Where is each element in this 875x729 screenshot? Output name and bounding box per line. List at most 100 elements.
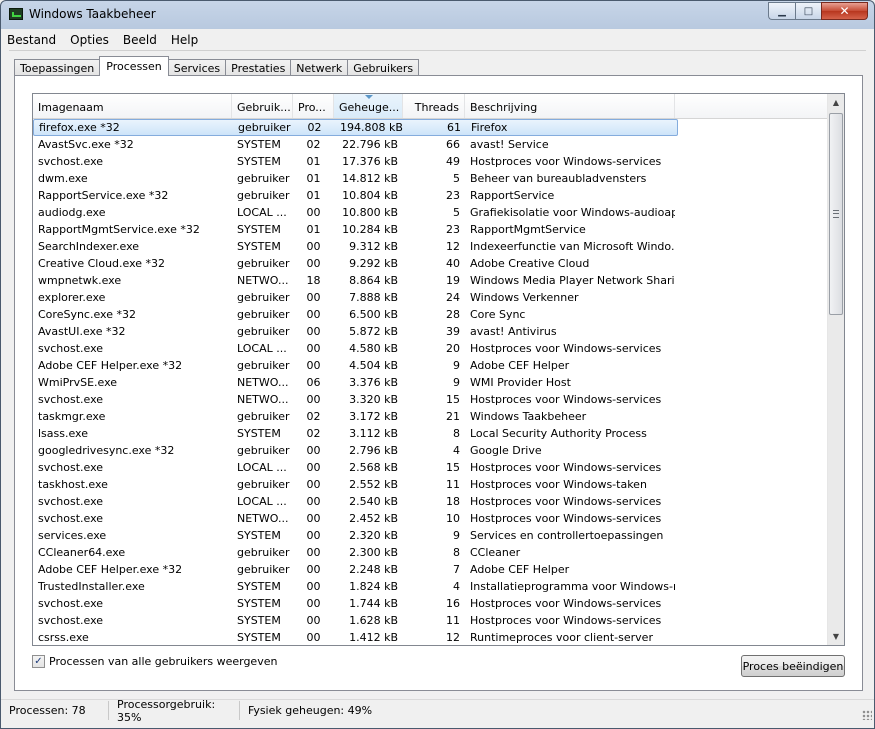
column-header-description[interactable]: Beschrijving bbox=[465, 94, 675, 118]
tab-gebruikers[interactable]: Gebruikers bbox=[347, 59, 420, 76]
table-row[interactable]: taskhost.exe gebruiker 00 2.552 kB 11 Hostpro… bbox=[33, 476, 828, 493]
maximize-button[interactable]: □ bbox=[795, 2, 821, 20]
table-row[interactable]: services.exe SYSTEM 00 2.320 kB 9 Services en… bbox=[33, 527, 828, 544]
cell-desc: Hostproces voor Windows-services bbox=[470, 155, 662, 168]
cell-user: SYSTEM bbox=[237, 240, 281, 253]
table-row[interactable]: AvastUI.exe *32 gebruiker 00 5.872 kB 39 avas… bbox=[33, 323, 828, 340]
table-row[interactable]: wmpnetwk.exe NETWO... 18 8.864 kB 19 Windows … bbox=[33, 272, 828, 289]
minimize-button[interactable]: ▁ bbox=[768, 2, 795, 20]
end-process-button[interactable]: Proces beëindigen bbox=[741, 655, 845, 677]
vertical-scrollbar[interactable]: ▲ ▼ bbox=[827, 94, 844, 645]
table-row[interactable]: svchost.exe SYSTEM 01 17.376 kB 49 Hostproces… bbox=[33, 153, 828, 170]
column-header-threads[interactable]: Threads bbox=[403, 94, 465, 118]
table-row[interactable]: svchost.exe SYSTEM 00 1.628 kB 11 Hostproces … bbox=[33, 612, 828, 629]
cell-desc: CCleaner bbox=[470, 546, 521, 559]
cell-desc: Adobe Creative Cloud bbox=[470, 257, 590, 270]
table-row[interactable]: lsass.exe SYSTEM 02 3.112 kB 8 Local Security… bbox=[33, 425, 828, 442]
cell-cpu: 00 bbox=[306, 206, 321, 219]
cell-user: NETWO... bbox=[237, 376, 289, 389]
cell-name: svchost.exe bbox=[38, 495, 104, 508]
tab-prestaties[interactable]: Prestaties bbox=[225, 59, 292, 76]
cell-name: services.exe bbox=[38, 529, 107, 542]
close-button[interactable]: ✕ bbox=[821, 2, 868, 20]
cell-user: gebruiker bbox=[237, 563, 290, 576]
cell-cpu: 18 bbox=[306, 274, 321, 287]
table-row[interactable]: RapportMgmtService.exe *32 SYSTEM 01 10.284… bbox=[33, 221, 828, 238]
tab-services[interactable]: Services bbox=[167, 59, 227, 76]
cell-cpu: 01 bbox=[306, 189, 321, 202]
cell-user: SYSTEM bbox=[237, 597, 281, 610]
table-row[interactable]: WmiPrvSE.exe NETWO... 06 3.376 kB 9 WMI Provi… bbox=[33, 374, 828, 391]
table-row[interactable]: explorer.exe gebruiker 00 7.888 kB 24 Windows… bbox=[33, 289, 828, 306]
cell-desc: Local Security Authority Process bbox=[470, 427, 647, 440]
table-row[interactable]: CoreSync.exe *32 gebruiker 00 6.500 kB 28 Cor… bbox=[33, 306, 828, 323]
scroll-down-button[interactable]: ▼ bbox=[828, 628, 844, 645]
cell-mem: 2.300 kB bbox=[349, 546, 398, 559]
cell-threads: 11 bbox=[446, 478, 460, 491]
cell-name: firefox.exe *32 bbox=[39, 121, 120, 134]
menu-beeld[interactable]: Beeld bbox=[117, 33, 165, 47]
show-all-users-checkbox[interactable]: ✓ bbox=[32, 655, 45, 668]
cell-threads: 9 bbox=[453, 376, 460, 389]
title-bar[interactable]: Windows Taakbeheer ▁ □ ✕ bbox=[1, 1, 874, 29]
table-row[interactable]: CCleaner64.exe gebruiker 00 2.300 kB 8 CClean… bbox=[33, 544, 828, 561]
table-row[interactable]: firefox.exe *32 gebruiker 02 194.808 kB 61 Fi… bbox=[33, 119, 678, 136]
cell-desc: RapportService bbox=[470, 189, 555, 202]
tab-toepassingen[interactable]: Toepassingen bbox=[14, 59, 101, 76]
column-header-memory[interactable]: Geheuge... bbox=[334, 94, 403, 118]
table-row[interactable]: svchost.exe SYSTEM 00 1.744 kB 16 Hostproces … bbox=[33, 595, 828, 612]
table-row[interactable]: googledrivesync.exe *32 gebruiker 00 2.796 … bbox=[33, 442, 828, 459]
process-list[interactable]: Imagenaam Gebruik... Pro... Geheuge... T… bbox=[32, 93, 845, 646]
cell-desc: Grafiekisolatie voor Windows-audioap... bbox=[470, 206, 675, 219]
cell-cpu: 00 bbox=[306, 461, 321, 474]
cell-threads: 23 bbox=[446, 223, 460, 236]
cell-mem: 3.172 kB bbox=[349, 410, 398, 423]
table-row[interactable]: svchost.exe NETWO... 00 3.320 kB 15 Hostproce… bbox=[33, 391, 828, 408]
table-row[interactable]: taskmgr.exe gebruiker 02 3.172 kB 21 Windows … bbox=[33, 408, 828, 425]
show-all-users-label[interactable]: Processen van alle gebruikers weergeven bbox=[49, 655, 277, 668]
cell-mem: 3.376 kB bbox=[349, 376, 398, 389]
table-row[interactable]: TrustedInstaller.exe SYSTEM 00 1.824 kB 4 Ins… bbox=[33, 578, 828, 595]
cell-name: lsass.exe bbox=[38, 427, 88, 440]
cell-mem: 9.292 kB bbox=[349, 257, 398, 270]
resize-grip-icon[interactable] bbox=[862, 710, 872, 720]
cell-name: svchost.exe bbox=[38, 597, 104, 610]
cell-desc: Runtimeproces voor client-server bbox=[470, 631, 653, 644]
cell-cpu: 00 bbox=[306, 393, 321, 406]
cell-desc: Hostproces voor Windows-services bbox=[470, 614, 662, 627]
column-header-user[interactable]: Gebruik... bbox=[232, 94, 293, 118]
show-all-users-option[interactable]: ✓ Processen van alle gebruikers weergeve… bbox=[32, 655, 277, 668]
maximize-icon: □ bbox=[803, 5, 814, 17]
table-row[interactable]: RapportService.exe *32 gebruiker 01 10.804 … bbox=[33, 187, 828, 204]
table-row[interactable]: AvastSvc.exe *32 SYSTEM 02 22.796 kB 66 avast… bbox=[33, 136, 828, 153]
cell-threads: 15 bbox=[446, 393, 460, 406]
cell-desc: Windows Taakbeheer bbox=[470, 410, 587, 423]
scroll-thumb[interactable] bbox=[829, 113, 843, 315]
table-row[interactable]: svchost.exe LOCAL ... 00 4.580 kB 20 Hostproc… bbox=[33, 340, 828, 357]
scroll-up-button[interactable]: ▲ bbox=[828, 94, 844, 111]
checkmark-icon: ✓ bbox=[34, 655, 43, 667]
cell-mem: 194.808 kB bbox=[340, 121, 403, 134]
table-row[interactable]: svchost.exe NETWO... 00 2.452 kB 10 Hostproce… bbox=[33, 510, 828, 527]
table-row[interactable]: audiodg.exe LOCAL ... 00 10.800 kB 5 Grafieki… bbox=[33, 204, 828, 221]
table-row[interactable]: svchost.exe LOCAL ... 00 2.568 kB 15 Hostproc… bbox=[33, 459, 828, 476]
table-row[interactable]: Adobe CEF Helper.exe *32 gebruiker 00 4.504… bbox=[33, 357, 828, 374]
tab-processen[interactable]: Processen bbox=[99, 56, 169, 76]
table-row[interactable]: csrss.exe SYSTEM 00 1.412 kB 12 Runtimeproces… bbox=[33, 629, 828, 645]
cell-mem: 3.112 kB bbox=[349, 427, 398, 440]
table-row[interactable]: SearchIndexer.exe SYSTEM 00 9.312 kB 12 Index… bbox=[33, 238, 828, 255]
menu-bestand[interactable]: Bestand bbox=[1, 33, 64, 47]
column-header-name[interactable]: Imagenaam bbox=[33, 94, 232, 118]
table-row[interactable]: Adobe CEF Helper.exe *32 gebruiker 00 2.248… bbox=[33, 561, 828, 578]
cell-desc: RapportMgmtService bbox=[470, 223, 586, 236]
menu-help[interactable]: Help bbox=[165, 33, 206, 47]
cell-threads: 7 bbox=[453, 563, 460, 576]
menu-opties[interactable]: Opties bbox=[64, 33, 117, 47]
table-row[interactable]: svchost.exe LOCAL ... 00 2.540 kB 18 Hostproc… bbox=[33, 493, 828, 510]
table-row[interactable]: Creative Cloud.exe *32 gebruiker 00 9.292 k… bbox=[33, 255, 828, 272]
table-row[interactable]: dwm.exe gebruiker 01 14.812 kB 5 Beheer van b… bbox=[33, 170, 828, 187]
column-header-cpu[interactable]: Pro... bbox=[293, 94, 334, 118]
tab-netwerk[interactable]: Netwerk bbox=[290, 59, 349, 76]
cell-user: NETWO... bbox=[237, 393, 289, 406]
cell-threads: 8 bbox=[453, 427, 460, 440]
